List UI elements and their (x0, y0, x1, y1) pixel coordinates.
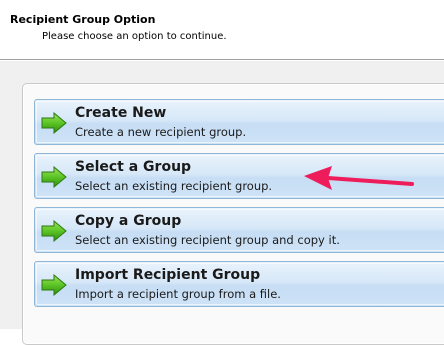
green-arrow-icon (41, 112, 67, 134)
import-group-option[interactable]: Import Recipient Group Import a recipien… (34, 261, 444, 307)
option-description: Import a recipient group from a file. (75, 287, 281, 301)
option-title: Create New (75, 105, 167, 121)
header: Recipient Group Option Please choose an … (0, 0, 444, 60)
option-description: Select an existing recipient group and c… (75, 233, 340, 247)
option-description: Select an existing recipient group. (75, 179, 273, 193)
option-title: Import Recipient Group (75, 267, 261, 283)
option-title: Select a Group (75, 159, 192, 175)
green-arrow-icon (41, 220, 67, 242)
green-arrow-icon (41, 274, 67, 296)
option-description: Create a new recipient group. (75, 125, 247, 139)
create-new-option[interactable]: Create New Create a new recipient group. (34, 99, 444, 145)
option-title: Copy a Group (75, 213, 182, 229)
dialog-subtitle: Please choose an option to continue. (42, 31, 227, 42)
select-group-option[interactable]: Select a Group Select an existing recipi… (34, 153, 444, 199)
dialog-title: Recipient Group Option (10, 13, 156, 26)
copy-group-option[interactable]: Copy a Group Select an existing recipien… (34, 207, 444, 253)
green-arrow-icon (41, 166, 67, 188)
